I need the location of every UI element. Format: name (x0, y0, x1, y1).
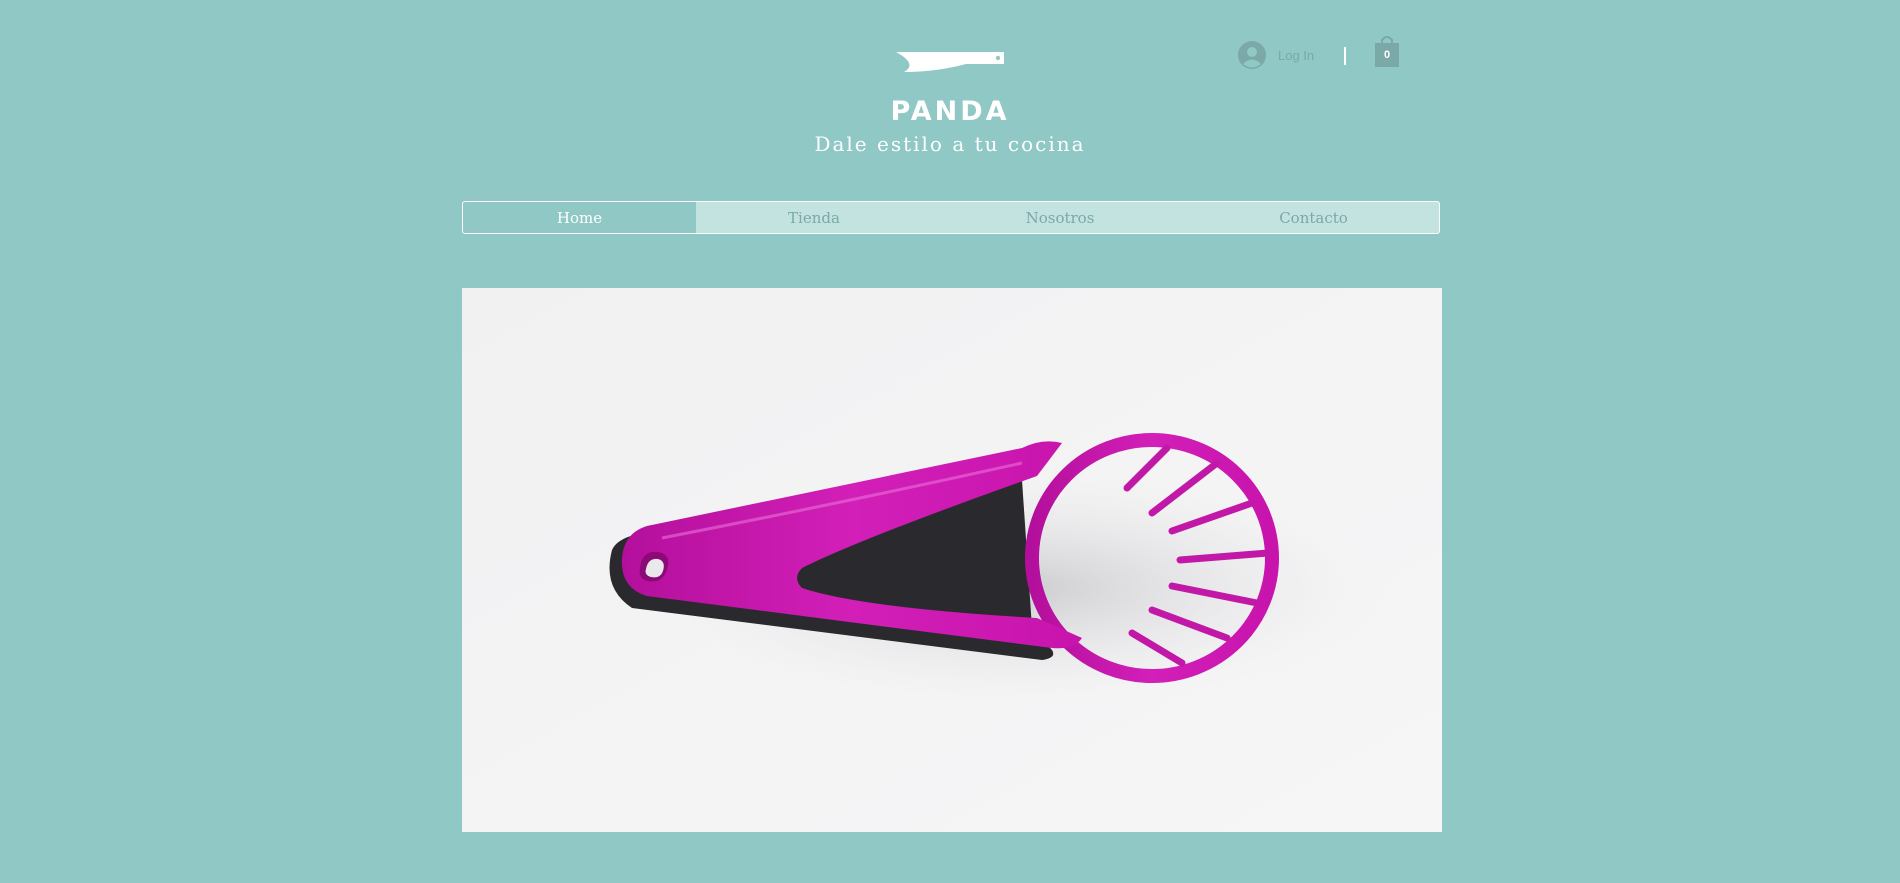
page: PANDA Dale estilo a tu cocina Log In 0 H… (0, 0, 1900, 883)
site-tagline: Dale estilo a tu cocina (814, 132, 1086, 156)
login-label: Log In (1278, 47, 1315, 63)
user-avatar-icon (1238, 41, 1266, 69)
nav-item-tienda[interactable]: Tienda (696, 202, 932, 233)
header-divider (1344, 47, 1346, 65)
nav-item-home[interactable]: Home (463, 202, 696, 233)
cart-count: 0 (1383, 49, 1391, 61)
hero-product-image (462, 288, 1442, 832)
nav-item-contacto[interactable]: Contacto (1188, 202, 1439, 233)
login-button[interactable]: Log In (1238, 41, 1314, 69)
cart-button[interactable]: 0 (1374, 34, 1400, 68)
main-nav: Home Tienda Nosotros Contacto (462, 201, 1440, 234)
site-title[interactable]: PANDA (0, 96, 1900, 127)
knife-logo-icon[interactable] (896, 50, 1006, 74)
nav-item-nosotros[interactable]: Nosotros (932, 202, 1188, 233)
